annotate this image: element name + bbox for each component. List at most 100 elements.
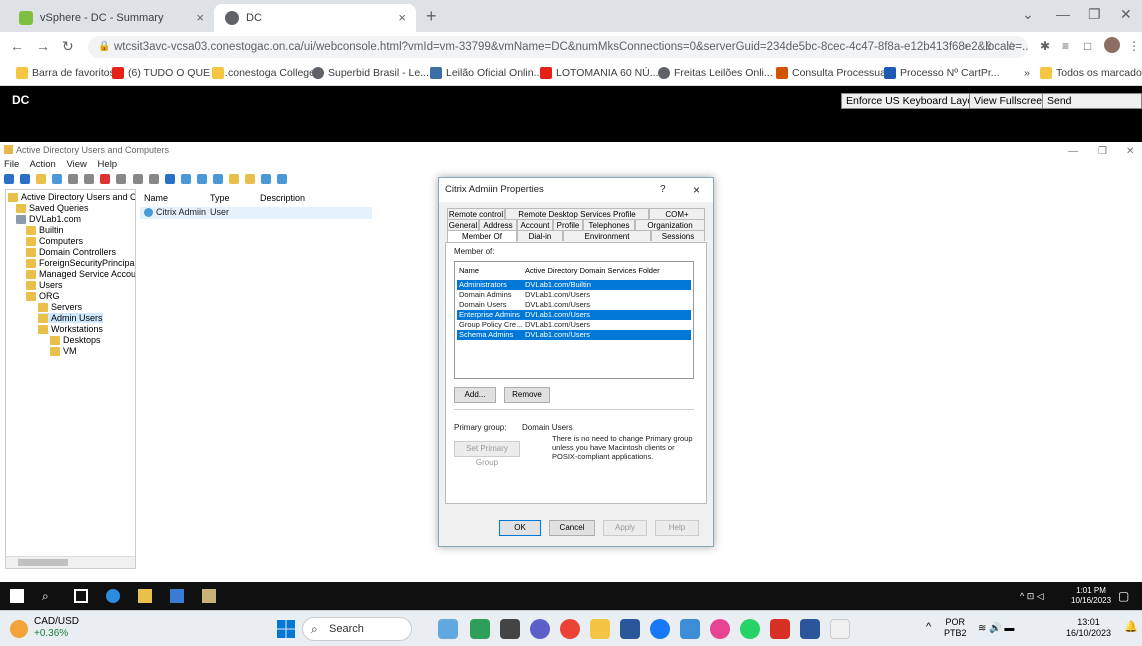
tree-item-fsp[interactable]: ForeignSecurityPrincipals (26, 258, 135, 268)
zoom-icon[interactable]: ⌕ (962, 39, 969, 54)
view-icon[interactable] (180, 174, 191, 184)
tree-item-vm[interactable]: VM (50, 346, 77, 356)
vpn-icon[interactable] (680, 619, 700, 639)
extensions-icon[interactable]: ✱ (1040, 39, 1050, 53)
aduc-taskbar-icon[interactable] (202, 589, 216, 603)
bookmark-item[interactable]: (6) TUDO O QUE V... (112, 67, 228, 79)
tab-dc[interactable]: DC × (214, 4, 416, 32)
tree-item-desktops[interactable]: Desktops (50, 335, 101, 345)
network-volume-battery-icons[interactable]: ≋ 🔊 ▬ (978, 623, 1014, 634)
enforce-keyboard-button[interactable]: Enforce US Keyboard Layout (841, 93, 987, 109)
store-icon[interactable] (620, 619, 640, 639)
view-fullscreen-button[interactable]: View Fullscreen (969, 93, 1053, 109)
ok-button[interactable]: OK (499, 520, 541, 536)
reload-icon[interactable]: ↻ (62, 38, 74, 55)
remote-desktop[interactable]: Active Directory Users and Computers — ❐… (0, 142, 1142, 582)
copy-icon[interactable] (84, 174, 95, 184)
snipping-tool-icon[interactable] (830, 619, 850, 639)
search-icon[interactable]: ⌕ (42, 589, 56, 603)
server-manager-icon[interactable] (170, 589, 184, 603)
menu-help[interactable]: Help (98, 159, 118, 170)
forward-icon[interactable] (20, 174, 31, 184)
bookmark-item[interactable]: Freitas Leilões Onli... (658, 67, 773, 79)
tree-item-org[interactable]: ORG (26, 291, 60, 301)
send-ctrl-alt-del-button[interactable]: Send Ctrl+Alt+Delete (1042, 93, 1142, 121)
tree-item-msa[interactable]: Managed Service Accoun (26, 269, 135, 279)
table-row[interactable]: Citrix Admiin User (140, 207, 372, 219)
address-bar[interactable]: 🔒 wtcsit3avc-vcsa03.conestogac.on.ca/ui/… (88, 36, 1028, 58)
list-item[interactable]: Domain Admins DVLab1.com/Users (457, 290, 691, 300)
side-panel-icon[interactable]: □ (1084, 39, 1091, 53)
menu-file[interactable]: File (4, 159, 19, 170)
bookmark-item[interactable]: Consulta Processua... (776, 67, 895, 79)
ie-icon[interactable] (106, 589, 120, 603)
tab-vsphere[interactable]: vSphere - DC - Summary × (8, 4, 214, 32)
tree-item-admin-users[interactable]: Admin Users (38, 313, 103, 323)
close-icon[interactable]: × (693, 178, 700, 202)
windows-start-icon[interactable] (277, 620, 295, 638)
filter-icon[interactable] (244, 174, 255, 184)
tree-item-servers[interactable]: Servers (38, 302, 82, 312)
forward-icon[interactable]: → (36, 38, 50, 54)
taskbar-search[interactable]: ⌕ Search (302, 617, 412, 641)
menu-view[interactable]: View (66, 159, 86, 170)
apply-button[interactable]: Apply (603, 520, 647, 536)
add-button[interactable]: Add... (454, 387, 496, 403)
tree-item-workstations[interactable]: Workstations (38, 324, 103, 334)
tab-rds-profile[interactable]: Remote Desktop Services Profile (505, 208, 649, 219)
bookmark-item[interactable]: conestoga College (212, 67, 315, 79)
ticker-widget[interactable]: CAD/USD +0.36% (10, 616, 79, 640)
bookmark-item[interactable]: LOTOMANIA 60 NÚ... (540, 67, 659, 79)
tab-dial-in[interactable]: Dial-in (517, 230, 563, 241)
set-primary-group-button[interactable]: Set Primary Group (454, 441, 520, 467)
tree-item-domain-controllers[interactable]: Domain Controllers (26, 247, 116, 257)
file-explorer-icon[interactable] (590, 619, 610, 639)
remote-clock[interactable]: 1:01 PM 10/16/2023 (1071, 586, 1111, 606)
menu-kebab-icon[interactable]: ⋮ (1128, 39, 1140, 53)
tab-environment[interactable]: Environment (563, 230, 651, 241)
export-icon[interactable] (148, 174, 159, 184)
tree-item-builtin[interactable]: Builtin (26, 225, 64, 235)
column-header-folder[interactable]: Active Directory Domain Services Folder (525, 266, 660, 275)
tab-address[interactable]: Address (479, 219, 517, 230)
help-icon[interactable]: ? (660, 178, 666, 202)
bookmark-item[interactable]: Leilão Oficial Onlin... (430, 67, 542, 79)
bookmark-item[interactable]: Superbid Brasil - Le... (312, 67, 429, 79)
properties-icon[interactable] (116, 174, 127, 184)
bookmark-item[interactable]: Todos os marcadores (1040, 67, 1142, 79)
show-tree-icon[interactable] (52, 174, 63, 184)
close-tab-icon[interactable]: × (398, 10, 406, 25)
close-window-icon[interactable]: ✕ (1120, 6, 1132, 23)
menu-action[interactable]: Action (29, 159, 55, 170)
column-header-name[interactable]: Name (459, 266, 479, 275)
host-clock[interactable]: 13:01 16/10/2023 (1066, 617, 1111, 639)
windows-start-icon[interactable] (10, 589, 24, 603)
list-item[interactable]: Domain Users DVLab1.com/Users (457, 300, 691, 310)
scroll-thumb[interactable] (18, 559, 68, 566)
find-icon[interactable] (277, 174, 288, 184)
bookmark-item[interactable]: Processo Nº CartPr... (884, 67, 1000, 79)
bookmark-star-icon[interactable]: ☆ (1006, 39, 1017, 53)
new-ou-icon[interactable] (228, 174, 239, 184)
list-item[interactable]: Schema Admins DVLab1.com/Users (457, 330, 691, 340)
column-header-type[interactable]: Type (210, 193, 230, 203)
tray-icons[interactable]: ^ ⊡ ◁ (1020, 591, 1044, 602)
more-bookmarks-icon[interactable]: » (1024, 67, 1030, 79)
tab-general[interactable]: General (447, 219, 479, 230)
back-icon[interactable]: ← (10, 38, 24, 54)
tree-item-saved-queries[interactable]: Saved Queries (16, 203, 89, 213)
chat-icon[interactable] (530, 619, 550, 639)
new-group-icon[interactable] (212, 174, 223, 184)
whatsapp-icon[interactable] (740, 619, 760, 639)
tree-item-users[interactable]: Users (26, 280, 63, 290)
pdf-icon[interactable] (770, 619, 790, 639)
list-item[interactable]: Enterprise Admins DVLab1.com/Users (457, 310, 691, 320)
member-list[interactable]: Name Active Directory Domain Services Fo… (454, 261, 694, 379)
help-button[interactable]: Help (655, 520, 699, 536)
close-tab-icon[interactable]: × (196, 10, 204, 25)
help-icon[interactable] (164, 174, 175, 184)
column-header-name[interactable]: Name (144, 193, 168, 203)
task-view-icon[interactable] (74, 589, 88, 603)
cut-icon[interactable] (68, 174, 79, 184)
tree-item-root[interactable]: Active Directory Users and Com (8, 192, 135, 202)
